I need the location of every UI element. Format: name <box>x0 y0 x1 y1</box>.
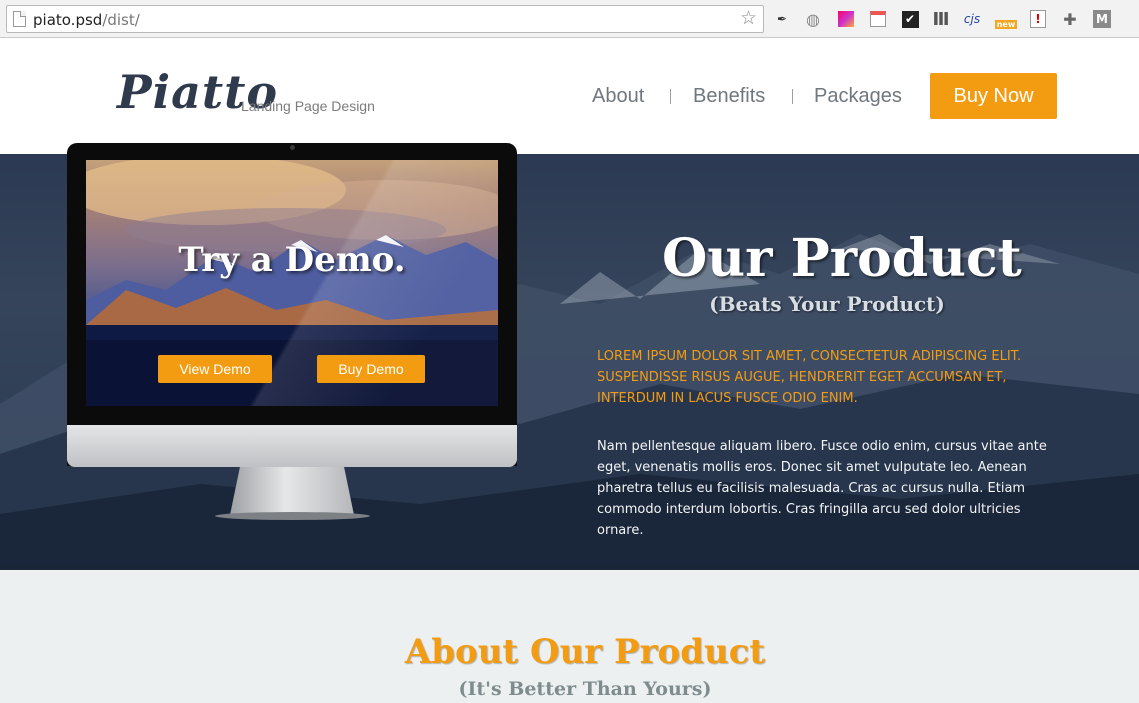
url-host: piato.psd <box>33 11 103 29</box>
cjs-icon[interactable]: cjs <box>962 9 982 29</box>
extension-m-icon[interactable]: M <box>1092 9 1112 29</box>
view-demo-button[interactable]: View Demo <box>158 355 272 383</box>
camera-icon <box>290 145 295 150</box>
alert-icon[interactable]: ! <box>1028 9 1048 29</box>
tagline: Landing Page Design <box>241 98 375 114</box>
address-bar[interactable]: piato.psd/dist/ ☆ <box>6 5 764 33</box>
monitor-stand-base <box>215 512 370 520</box>
demo-title: Try a Demo. <box>178 240 406 280</box>
puzzle-icon[interactable]: ✚ <box>1060 9 1080 29</box>
bars-icon[interactable]: Ⅲ <box>931 9 951 30</box>
page-icon <box>13 11 26 27</box>
notes-icon[interactable] <box>868 9 888 29</box>
bookmark-star-icon[interactable]: ☆ <box>740 8 757 30</box>
screen-glare <box>86 160 498 406</box>
buy-demo-button[interactable]: Buy Demo <box>317 355 425 383</box>
checklist-icon[interactable]: ✔ <box>900 9 920 29</box>
hero-title: Our Product <box>662 228 1022 289</box>
nav-about[interactable]: About <box>592 85 644 108</box>
monitor-chin <box>67 425 517 467</box>
monitor-stand <box>230 467 354 515</box>
nav-divider <box>792 89 793 104</box>
about-subtitle: (It's Better Than Yours) <box>458 678 712 700</box>
hero-subtitle: (Beats Your Product) <box>709 292 945 316</box>
globe-icon[interactable]: ◍ <box>803 9 823 29</box>
color-picker-icon[interactable] <box>836 9 856 29</box>
new-badge-icon[interactable]: new <box>993 9 1019 29</box>
hero-lead: LOREM IPSUM DOLOR SIT AMET, CONSECTETUR … <box>597 349 1022 406</box>
nav-benefits[interactable]: Benefits <box>693 85 765 108</box>
browser-toolbar: piato.psd/dist/ ☆ ✒ ◍ ✔ Ⅲ cjs new ! ✚ M <box>0 0 1139 38</box>
url-path: /dist/ <box>102 11 140 29</box>
nav-packages[interactable]: Packages <box>814 85 902 108</box>
about-title: About Our Product <box>404 632 766 672</box>
hero-body: Nam pellentesque aliquam libero. Fusce o… <box>597 439 1047 538</box>
nav-divider <box>670 89 671 104</box>
eyedropper-icon[interactable]: ✒ <box>772 9 792 29</box>
buy-now-button[interactable]: Buy Now <box>930 73 1057 119</box>
site-header: Piatto Landing Page Design About Benefit… <box>0 39 1139 154</box>
url-text[interactable]: piato.psd/dist/ <box>33 11 140 29</box>
